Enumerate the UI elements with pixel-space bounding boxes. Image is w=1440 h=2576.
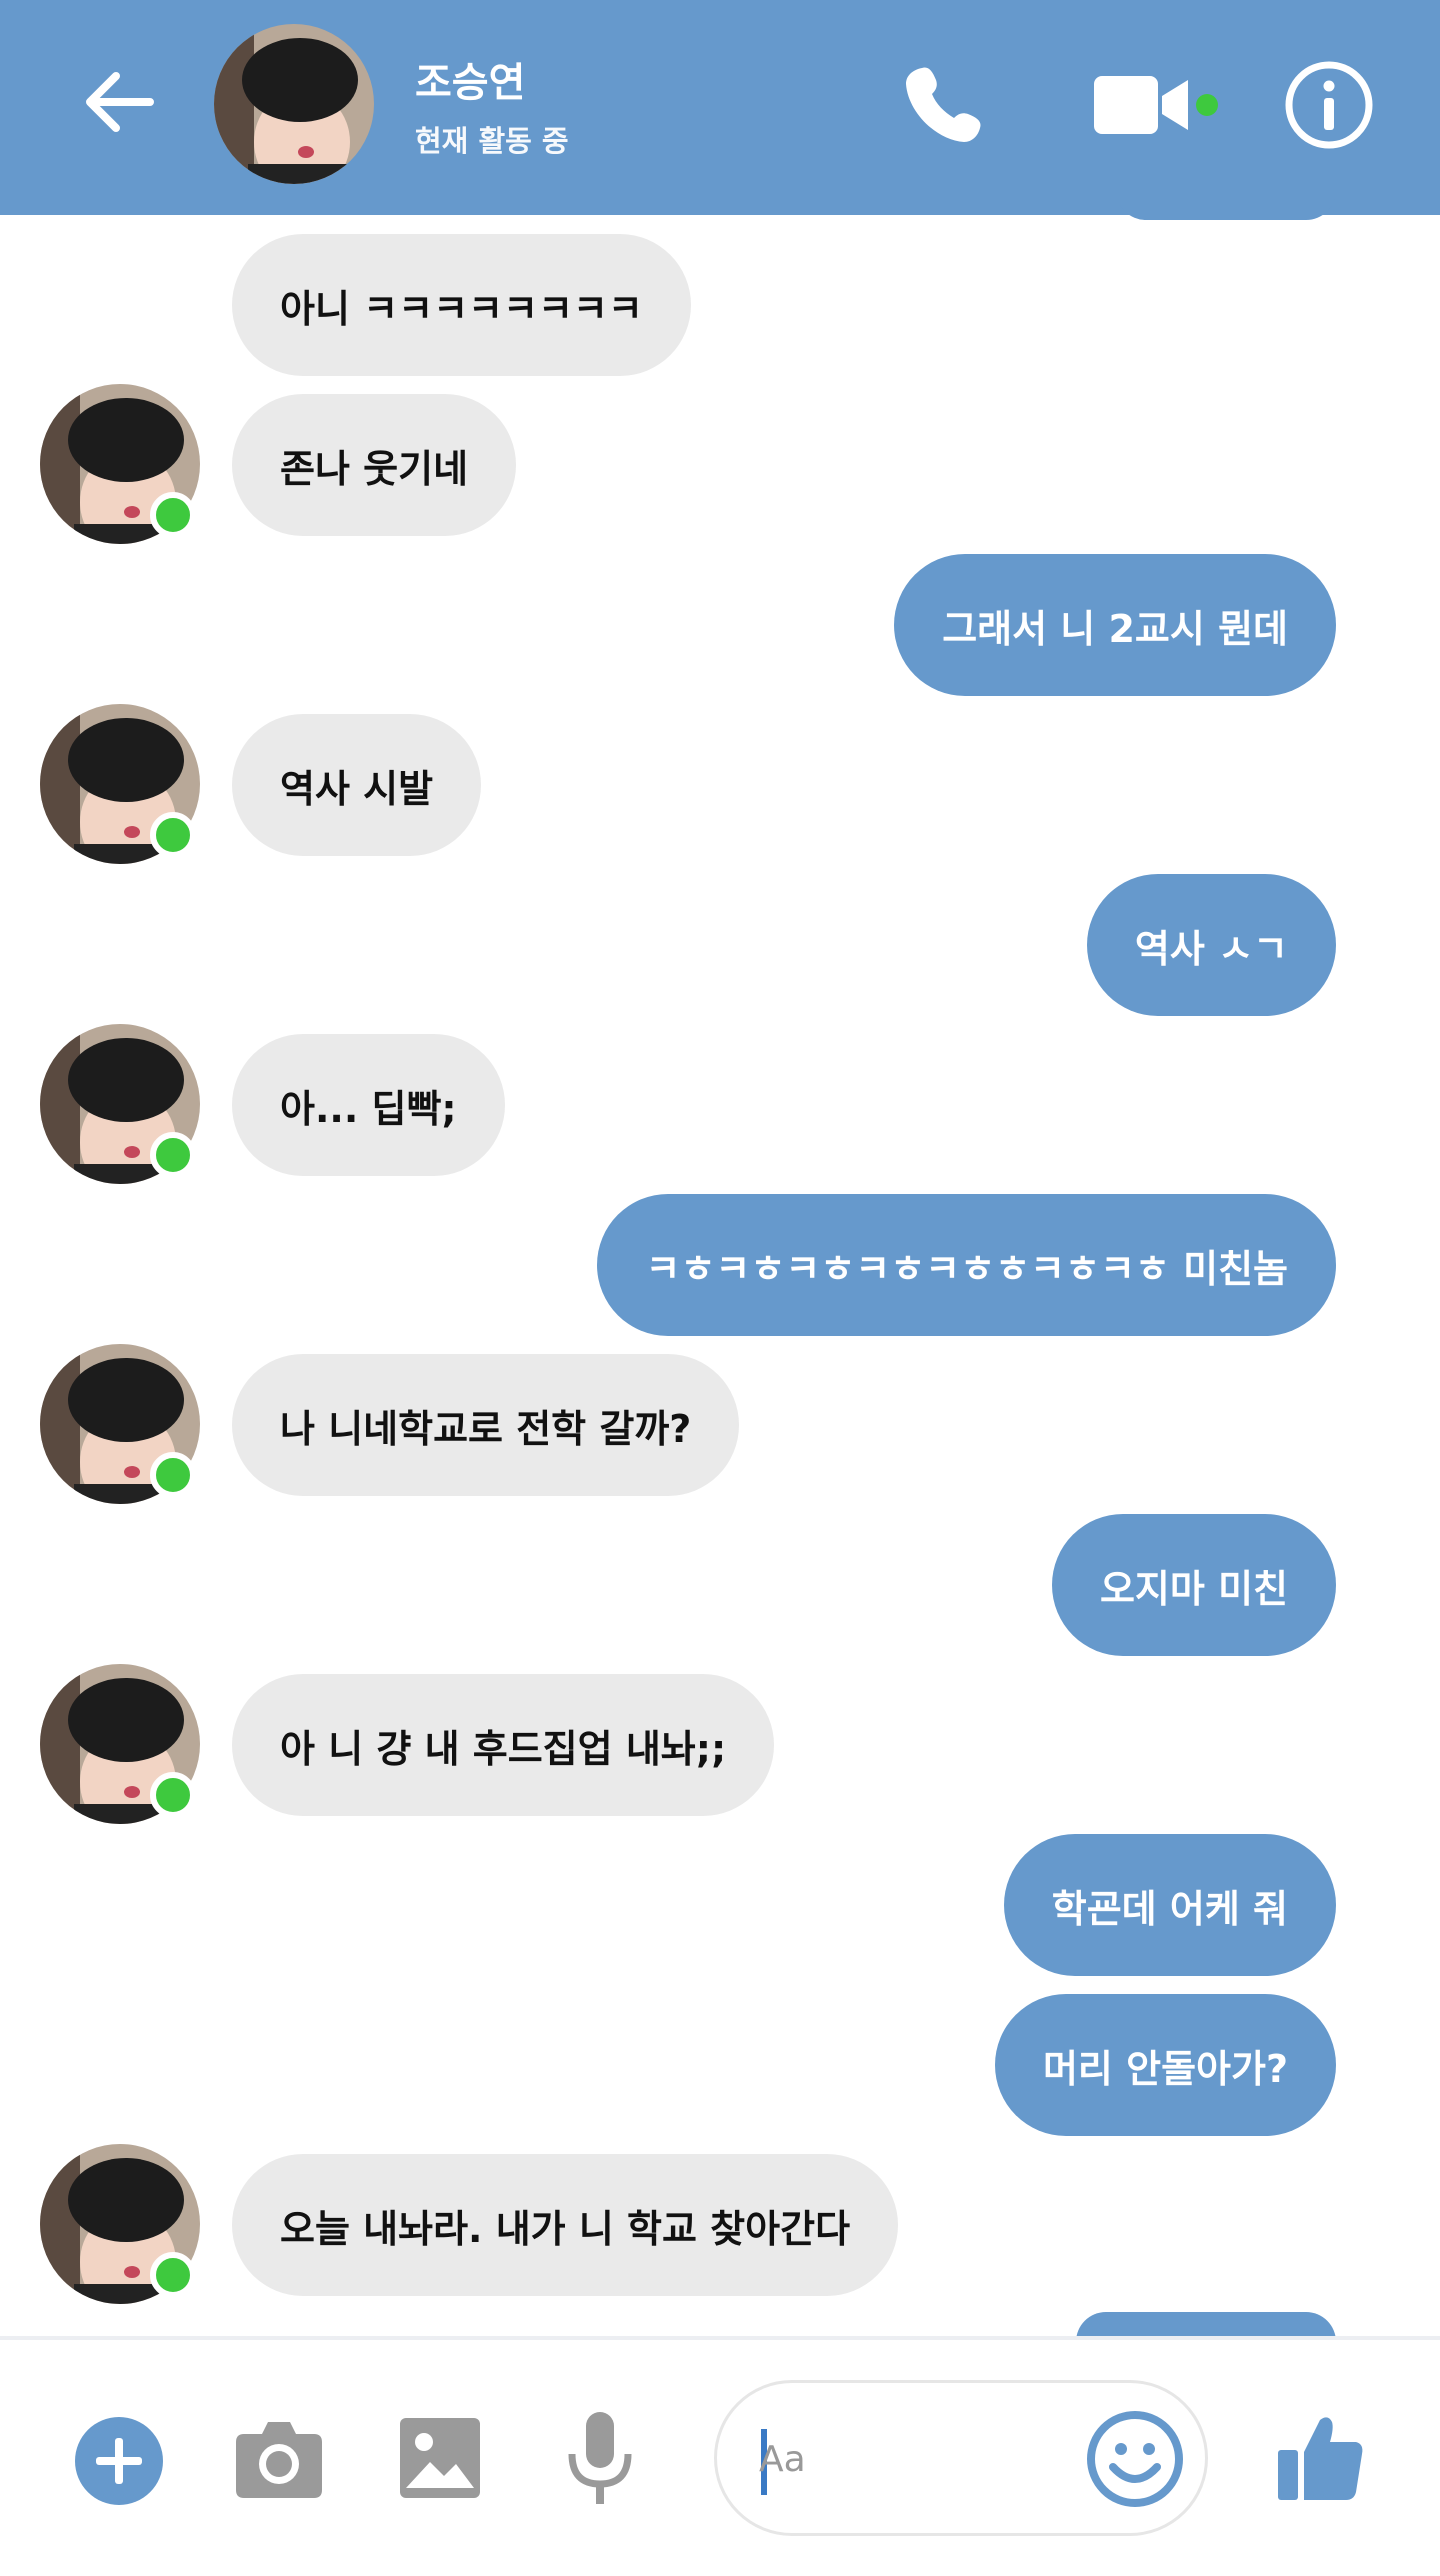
contact-status: 현재 활동 중 <box>415 124 569 158</box>
sender-avatar[interactable] <box>40 704 200 864</box>
online-indicator <box>150 1452 196 1498</box>
outgoing-message[interactable]: ㅋㅎㅋㅎㅋㅎㅋㅎㅋㅎㅎㅋㅎㅋㅎ 미친놈 <box>597 1194 1336 1336</box>
back-arrow-icon[interactable] <box>78 60 162 144</box>
outgoing-message[interactable]: 학굔데 어케 줘 <box>1003 1834 1336 1976</box>
incoming-message[interactable]: 아니 ㅋㅋㅋㅋㅋㅋㅋㅋ <box>232 234 691 376</box>
incoming-message[interactable]: 나 니네학교로 전학 갈까? <box>232 1354 740 1496</box>
thumbs-up-icon[interactable] <box>1276 2412 1366 2504</box>
sender-avatar[interactable] <box>40 2144 200 2304</box>
chat-header: 조승연 현재 활동 중 <box>0 0 1440 215</box>
outgoing-message[interactable]: 머리 안돌아가? <box>994 1994 1336 2136</box>
incoming-message[interactable]: 역사 시발 <box>232 714 482 856</box>
partial-message-bubble <box>1116 190 1336 220</box>
incoming-message[interactable]: 아... 딥빡; <box>232 1034 505 1176</box>
composer-bar <box>0 2336 1440 2576</box>
online-indicator <box>1196 94 1218 116</box>
online-indicator <box>150 812 196 858</box>
incoming-message[interactable]: 아 니 걍 내 후드집업 내놔;; <box>232 1674 775 1816</box>
sender-avatar[interactable] <box>40 384 200 544</box>
video-camera-icon[interactable] <box>1092 70 1192 140</box>
online-indicator <box>150 1772 196 1818</box>
sender-avatar[interactable] <box>40 1344 200 1504</box>
incoming-message[interactable]: 오늘 내놔라. 내가 니 학교 찾아간다 <box>232 2154 899 2296</box>
message-input[interactable] <box>757 2423 1061 2495</box>
add-icon[interactable] <box>74 2416 164 2506</box>
outgoing-message[interactable]: 그래서 니 2교시 뭔데 <box>894 554 1336 696</box>
sender-avatar[interactable] <box>40 1024 200 1184</box>
emoji-icon[interactable] <box>1085 2409 1185 2509</box>
online-indicator <box>150 492 196 538</box>
incoming-message[interactable]: 존나 웃기네 <box>232 394 517 536</box>
phone-icon[interactable] <box>900 60 990 150</box>
online-indicator <box>150 1132 196 1178</box>
image-icon[interactable] <box>398 2416 482 2500</box>
header-avatar[interactable] <box>214 24 374 184</box>
camera-icon[interactable] <box>234 2416 324 2500</box>
microphone-icon[interactable] <box>564 2410 636 2506</box>
online-indicator <box>150 2252 196 2298</box>
message-composer <box>714 2380 1208 2536</box>
sender-avatar[interactable] <box>40 1664 200 1824</box>
outgoing-message[interactable]: 오지마 미친 <box>1051 1514 1336 1656</box>
info-icon[interactable] <box>1284 60 1374 150</box>
outgoing-message[interactable]: 역사 ㅅㄱ <box>1086 874 1336 1016</box>
contact-name: 조승연 <box>415 60 526 106</box>
